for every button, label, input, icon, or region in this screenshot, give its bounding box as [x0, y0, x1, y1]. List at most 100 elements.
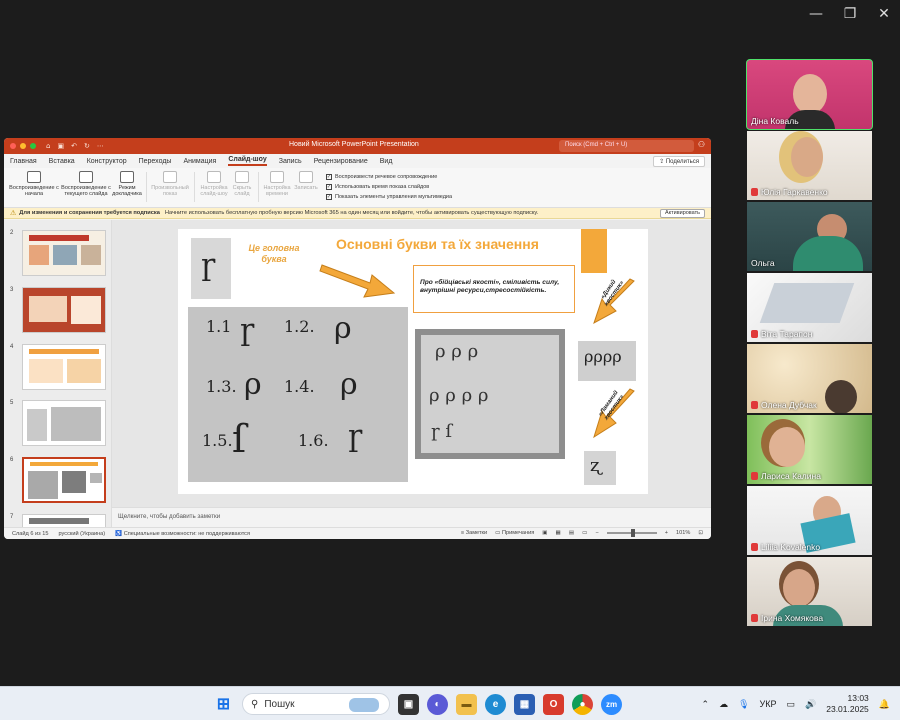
- zoom-level[interactable]: 101%: [676, 530, 690, 536]
- zoom-in-icon[interactable]: +: [665, 530, 668, 536]
- thumbnail-slide-selected[interactable]: 6: [8, 457, 108, 505]
- tab-record[interactable]: Запись: [279, 158, 302, 165]
- store-icon[interactable]: ▦: [514, 693, 535, 715]
- current-slide[interactable]: ɼ Це головна буква Основні букви та їх з…: [178, 229, 648, 494]
- activate-button[interactable]: Активировать: [659, 209, 705, 218]
- status-bar: Слайд 6 из 15 русский (Украина) ♿ Специа…: [4, 527, 711, 539]
- start-windows-icon[interactable]: ⊞: [213, 694, 234, 715]
- document-title: Новий Microsoft PowerPoint Presentation: [289, 141, 419, 148]
- notes-toggle[interactable]: ≡ Заметки: [461, 530, 487, 536]
- participant-tile[interactable]: Ірина Хомякова: [747, 557, 872, 626]
- zoom-slider[interactable]: [606, 529, 657, 537]
- tab-transitions[interactable]: Переходы: [139, 158, 172, 165]
- slide-editor: ɼ Це головна буква Основні букви та їх з…: [112, 220, 711, 527]
- save-icon[interactable]: ▣: [57, 142, 64, 150]
- file-explorer-icon[interactable]: ▬: [456, 693, 477, 715]
- ppt-search-input[interactable]: Поиск (Cmd + Ctrl + U): [559, 140, 694, 152]
- minimize-icon[interactable]: —: [808, 6, 824, 22]
- undo-icon[interactable]: ↶: [71, 142, 77, 150]
- restore-icon[interactable]: ❐: [842, 6, 858, 22]
- microphone-icon[interactable]: 🎙: [738, 699, 749, 710]
- zoom-thumb[interactable]: [630, 529, 635, 537]
- close-dot-icon[interactable]: [10, 143, 16, 149]
- taskbar-search-input[interactable]: ⚲ Пошук: [242, 693, 390, 715]
- hw-label: 1.2.: [284, 317, 315, 336]
- window-controls: — ❐ ✕: [808, 6, 892, 22]
- record-button[interactable]: Записать: [292, 171, 320, 191]
- zoom-dot-icon[interactable]: [30, 143, 36, 149]
- keyboard-language[interactable]: УКР: [760, 699, 777, 709]
- notifications-icon[interactable]: 🔔: [879, 699, 890, 710]
- search-icon: ⚲: [251, 698, 259, 710]
- thumbnail-slide[interactable]: 4: [8, 344, 108, 392]
- participant-tile[interactable]: Лариса Калина: [747, 415, 872, 484]
- comments-toggle[interactable]: ▭ Примечания: [495, 530, 534, 536]
- redo-icon[interactable]: ↻: [84, 142, 90, 150]
- share-button[interactable]: ⇪ Поделиться: [653, 156, 705, 167]
- timings-checkbox[interactable]: ✓ Использовать время показа слайдов: [326, 182, 452, 192]
- tab-slideshow[interactable]: Слайд-шоу: [228, 156, 267, 166]
- taskbar-apps: ⊞ ⚲ Пошук ▣ ◐ ▬ e ▦ O ● zm: [213, 693, 622, 715]
- shared-powerpoint-window: ⌂ ▣ ↶ ↻ ⋯ Новий Microsoft PowerPoint Pre…: [4, 138, 711, 539]
- participant-tile[interactable]: Віта Тарапон: [747, 273, 872, 342]
- zoom-out-icon[interactable]: −: [595, 530, 598, 536]
- thumbnail-slide[interactable]: 2: [8, 230, 108, 278]
- network-icon[interactable]: ▭: [787, 699, 796, 710]
- thumbnail-image: [22, 400, 106, 446]
- fit-slide-icon[interactable]: ⊡: [698, 530, 703, 536]
- normal-view-icon[interactable]: ▣: [542, 530, 547, 536]
- cloud-sync-icon[interactable]: ☁: [719, 699, 728, 710]
- media-controls-checkbox[interactable]: ✓ Показать элементы управления мультимеди…: [326, 192, 452, 202]
- language-indicator[interactable]: русский (Украина): [59, 531, 106, 537]
- volume-icon[interactable]: 🔊: [805, 699, 816, 710]
- slideshow-view-icon[interactable]: ▭: [582, 530, 587, 536]
- narration-checkbox[interactable]: ✓ Воспроизвести речевое сопровождение: [326, 172, 452, 182]
- notes-input[interactable]: Щелкните, чтобы добавить заметки: [112, 507, 711, 527]
- play-current-button[interactable]: Воспроизведение с текущего слайда: [60, 171, 112, 197]
- opera-browser-icon[interactable]: O: [543, 693, 564, 715]
- participant-tile[interactable]: Юлія Гаркавенко: [747, 131, 872, 200]
- participant-tile[interactable]: Liliia Kovalenko: [747, 486, 872, 555]
- custom-show-button[interactable]: Произвольный показ: [150, 171, 190, 197]
- close-icon[interactable]: ✕: [876, 6, 892, 22]
- copilot-icon[interactable]: ◐: [427, 693, 448, 715]
- home-icon[interactable]: ⌂: [46, 142, 50, 150]
- participant-name: Діна Коваль: [751, 116, 799, 126]
- thumbnail-slide[interactable]: 7: [8, 514, 108, 527]
- presenter-mode-button[interactable]: Режим докладчика: [112, 171, 142, 197]
- task-view-icon[interactable]: ▣: [398, 693, 419, 715]
- tab-home[interactable]: Главная: [10, 158, 37, 165]
- setup-show-button[interactable]: Настройка слайд-шоу: [198, 171, 230, 197]
- tab-insert[interactable]: Вставка: [49, 158, 75, 165]
- thumbnail-slide[interactable]: 5: [8, 400, 108, 448]
- hide-slide-button[interactable]: Скрыть слайд: [230, 171, 254, 197]
- taskbar: ⊞ ⚲ Пошук ▣ ◐ ▬ e ▦ O ● zm ⌃ ☁ 🎙 УКР ▭ 🔊…: [0, 686, 900, 720]
- tab-review[interactable]: Рецензирование: [314, 158, 368, 165]
- reading-view-icon[interactable]: ▤: [569, 530, 574, 536]
- thumbnail-slide[interactable]: 3: [8, 287, 108, 335]
- edge-browser-icon[interactable]: e: [485, 693, 506, 715]
- share-icon[interactable]: ⚇: [698, 140, 705, 149]
- tab-view[interactable]: Вид: [380, 158, 393, 165]
- tab-design[interactable]: Конструктор: [87, 158, 127, 165]
- rehearse-timings-button[interactable]: Настройка времени: [262, 171, 292, 197]
- notice-bold: Для изменения и сохранения требуется под…: [19, 210, 160, 216]
- sorter-view-icon[interactable]: ▦: [556, 530, 561, 536]
- clock[interactable]: 13:03 23.01.2025: [826, 693, 869, 715]
- play-from-start-button[interactable]: Воспроизведение с начала: [8, 171, 60, 197]
- subscription-notice: ⚠ Для изменения и сохранения требуется п…: [4, 208, 711, 219]
- participant-tile[interactable]: Олена Дубчак: [747, 344, 872, 413]
- chevron-up-icon[interactable]: ⌃: [702, 699, 710, 710]
- participant-tile[interactable]: Ольга: [747, 202, 872, 271]
- traffic-lights: [10, 143, 36, 149]
- minimize-dot-icon[interactable]: [20, 143, 26, 149]
- zoom-app-icon[interactable]: zm: [601, 693, 622, 715]
- setup-show-label: Настройка слайд-шоу: [200, 185, 228, 197]
- chrome-browser-icon[interactable]: ●: [572, 693, 593, 715]
- play-icon: [27, 171, 41, 183]
- more-icon[interactable]: ⋯: [97, 142, 104, 150]
- accessibility-status[interactable]: ♿ Специальные возможности: не поддержива…: [115, 531, 250, 537]
- participant-tile[interactable]: Діна Коваль: [746, 59, 873, 130]
- thumbnail-image: [22, 457, 106, 503]
- tab-animation[interactable]: Анимация: [183, 158, 216, 165]
